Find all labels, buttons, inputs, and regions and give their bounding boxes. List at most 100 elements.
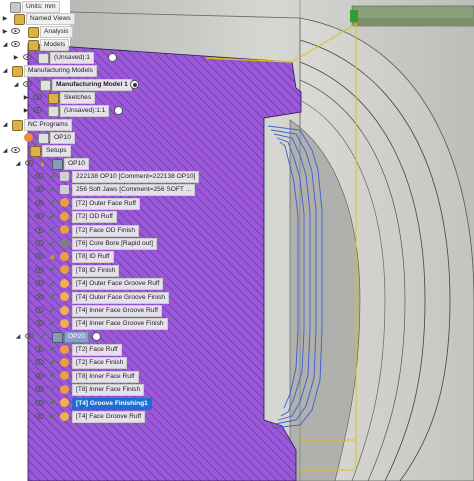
eye-icon[interactable] <box>34 197 44 209</box>
collapse-arrow-icon[interactable]: ◢ <box>14 157 22 169</box>
operation-label: [T4] Groove Finishing1 <box>72 397 152 410</box>
activate-radio[interactable] <box>114 106 123 115</box>
eye-icon[interactable] <box>10 25 20 37</box>
models-label: Models <box>40 39 70 51</box>
operation-row[interactable]: ✔ [T4] Inner Face Groove Ruff <box>0 304 200 317</box>
groove-tool-icon <box>60 318 69 328</box>
operation-row[interactable]: ✔ [T2] Outer Face Ruff <box>0 197 200 210</box>
turning-tool-icon <box>60 344 69 354</box>
expand-arrow-icon[interactable]: ▶ <box>22 91 30 103</box>
operation-row[interactable]: ✔ [T4] Outer Face Groove Ruff <box>0 277 200 291</box>
eye-icon[interactable] <box>10 38 20 50</box>
eye-icon[interactable] <box>34 170 44 182</box>
operation-row[interactable]: ✔ [T4] Face Groove Ruff <box>0 410 200 423</box>
operation-label: [T4] Face Groove Ruff <box>72 411 146 423</box>
eye-icon[interactable] <box>22 78 32 90</box>
expand-arrow-icon[interactable]: ▶ <box>22 104 30 116</box>
eye-icon[interactable] <box>34 317 44 329</box>
sketches-row[interactable]: ▶ Sketches <box>0 91 200 104</box>
named-views-row[interactable]: ▶ Named Views <box>0 12 200 25</box>
analysis-row[interactable]: ▶ Analysis <box>0 25 200 38</box>
operation-row[interactable]: ✔ [T4] Outer Face Groove Finish <box>0 291 200 304</box>
component-icon <box>38 52 49 64</box>
sketches-label: Sketches <box>60 92 96 104</box>
boring-tool-icon <box>60 265 69 275</box>
operation-label: 256 Soft Jaws [Comment=256 SOFT ... <box>72 184 196 197</box>
operation-row[interactable]: ✔ [T4] Inner Face Groove Finish <box>0 317 200 331</box>
expand-arrow-icon[interactable]: ▶ <box>1 12 9 24</box>
gear-icon <box>10 1 21 13</box>
operation-row[interactable]: ✔ [T8] Inner Face Finish <box>0 383 200 397</box>
eye-icon[interactable] <box>22 51 32 63</box>
check-icon: ✔ <box>49 225 56 235</box>
folder-icon <box>28 26 39 38</box>
nc-programs-row[interactable]: ◢ NC Programs <box>0 118 200 131</box>
model-copy-row[interactable]: ▶ (Unsaved):1:1 <box>0 104 200 117</box>
eye-icon[interactable] <box>32 104 42 116</box>
operation-row[interactable]: ✔ [T2] Face Ruff <box>0 343 200 356</box>
operation-row[interactable]: ✔ [T4] Groove Finishing1 <box>0 397 200 410</box>
operation-row[interactable]: ✔ [T2] Face OD Finish <box>0 224 200 237</box>
eye-icon[interactable] <box>34 224 44 236</box>
eye-icon[interactable] <box>24 330 34 342</box>
eye-icon[interactable] <box>34 237 44 249</box>
eye-icon[interactable] <box>10 144 20 156</box>
expand-arrow-icon[interactable]: ▶ <box>12 51 20 63</box>
eye-icon[interactable] <box>34 250 44 262</box>
operation-row[interactable]: ✔ [T2] Face Finish <box>0 356 200 370</box>
activate-radio[interactable] <box>92 332 101 341</box>
turning-tool-icon <box>60 198 69 208</box>
groove-tool-icon <box>60 398 69 408</box>
operation-label: [T2] Face Finish <box>72 357 128 370</box>
setup-op20-row[interactable]: ◢ ✔ OP20 <box>0 330 200 343</box>
collapse-arrow-icon[interactable]: ◢ <box>1 118 9 130</box>
models-row[interactable]: ◢ Models <box>0 38 200 51</box>
eye-icon[interactable] <box>34 397 44 409</box>
units-row[interactable]: Units: mm <box>0 0 200 13</box>
collapse-arrow-icon[interactable]: ◢ <box>12 78 20 90</box>
boring-tool-icon <box>60 251 69 261</box>
nc-program-op10-row[interactable]: OP10 <box>0 131 200 144</box>
operation-row[interactable]: ✔ 256 Soft Jaws [Comment=256 SOFT ... <box>0 183 200 197</box>
eye-icon[interactable] <box>34 383 44 395</box>
eye-icon[interactable] <box>34 183 44 195</box>
collapse-arrow-icon[interactable]: ◢ <box>1 64 9 76</box>
operation-label: [T2] Face OD Finish <box>72 224 139 237</box>
mfg-models-row[interactable]: ◢ Manufacturing Models <box>0 64 200 77</box>
warning-icon: ▲ <box>38 158 47 168</box>
comment-icon <box>60 184 69 194</box>
eye-icon[interactable] <box>34 304 44 316</box>
eye-icon[interactable] <box>34 291 44 303</box>
setups-row[interactable]: ◢ Setups <box>0 144 200 157</box>
eye-icon[interactable] <box>34 210 44 222</box>
named-views-label: Named Views <box>26 13 75 25</box>
folder-icon <box>28 39 39 51</box>
collapse-arrow-icon[interactable]: ◢ <box>1 144 9 156</box>
collapse-arrow-icon[interactable]: ◢ <box>14 330 22 342</box>
collapse-arrow-icon[interactable]: ◢ <box>1 38 9 50</box>
eye-icon[interactable] <box>34 356 44 368</box>
operation-row[interactable]: ✔ [T8] Inner Face Ruff <box>0 370 200 383</box>
model-unsaved-row[interactable]: ▶ (Unsaved):1 <box>0 51 200 64</box>
eye-icon[interactable] <box>32 91 42 103</box>
setup-op10-row[interactable]: ◢ ▲ OP10 <box>0 157 200 170</box>
mfg-model-1-row[interactable]: ◢ Manufacturing Model 1 <box>0 78 200 91</box>
active-radio[interactable] <box>130 80 139 89</box>
operation-label: [T4] Outer Face Groove Ruff <box>72 278 164 291</box>
activate-radio[interactable] <box>108 53 117 62</box>
operation-row[interactable]: ✔ 222138 OP10 [Comment=222138 OP10] <box>0 170 200 183</box>
eye-icon[interactable] <box>34 264 44 276</box>
eye-icon[interactable] <box>34 410 44 422</box>
operation-row[interactable]: ✔ [T8] ID Finish <box>0 264 200 277</box>
operation-row[interactable]: ✔ [T2] OD Ruff <box>0 210 200 224</box>
drill-icon <box>60 238 69 248</box>
operation-row[interactable]: ✔ [T6] Core Bore [Rapid out] <box>0 237 200 250</box>
expand-arrow-icon[interactable]: ▶ <box>1 25 9 37</box>
eye-icon[interactable] <box>24 157 34 169</box>
eye-icon[interactable] <box>34 343 44 355</box>
eye-icon[interactable] <box>34 277 44 289</box>
operation-label: [T4] Inner Face Groove Ruff <box>72 305 162 317</box>
operation-row[interactable]: ▲ [T8] ID Ruff <box>0 250 200 264</box>
boring-tool-icon <box>60 384 69 394</box>
eye-icon[interactable] <box>34 370 44 382</box>
